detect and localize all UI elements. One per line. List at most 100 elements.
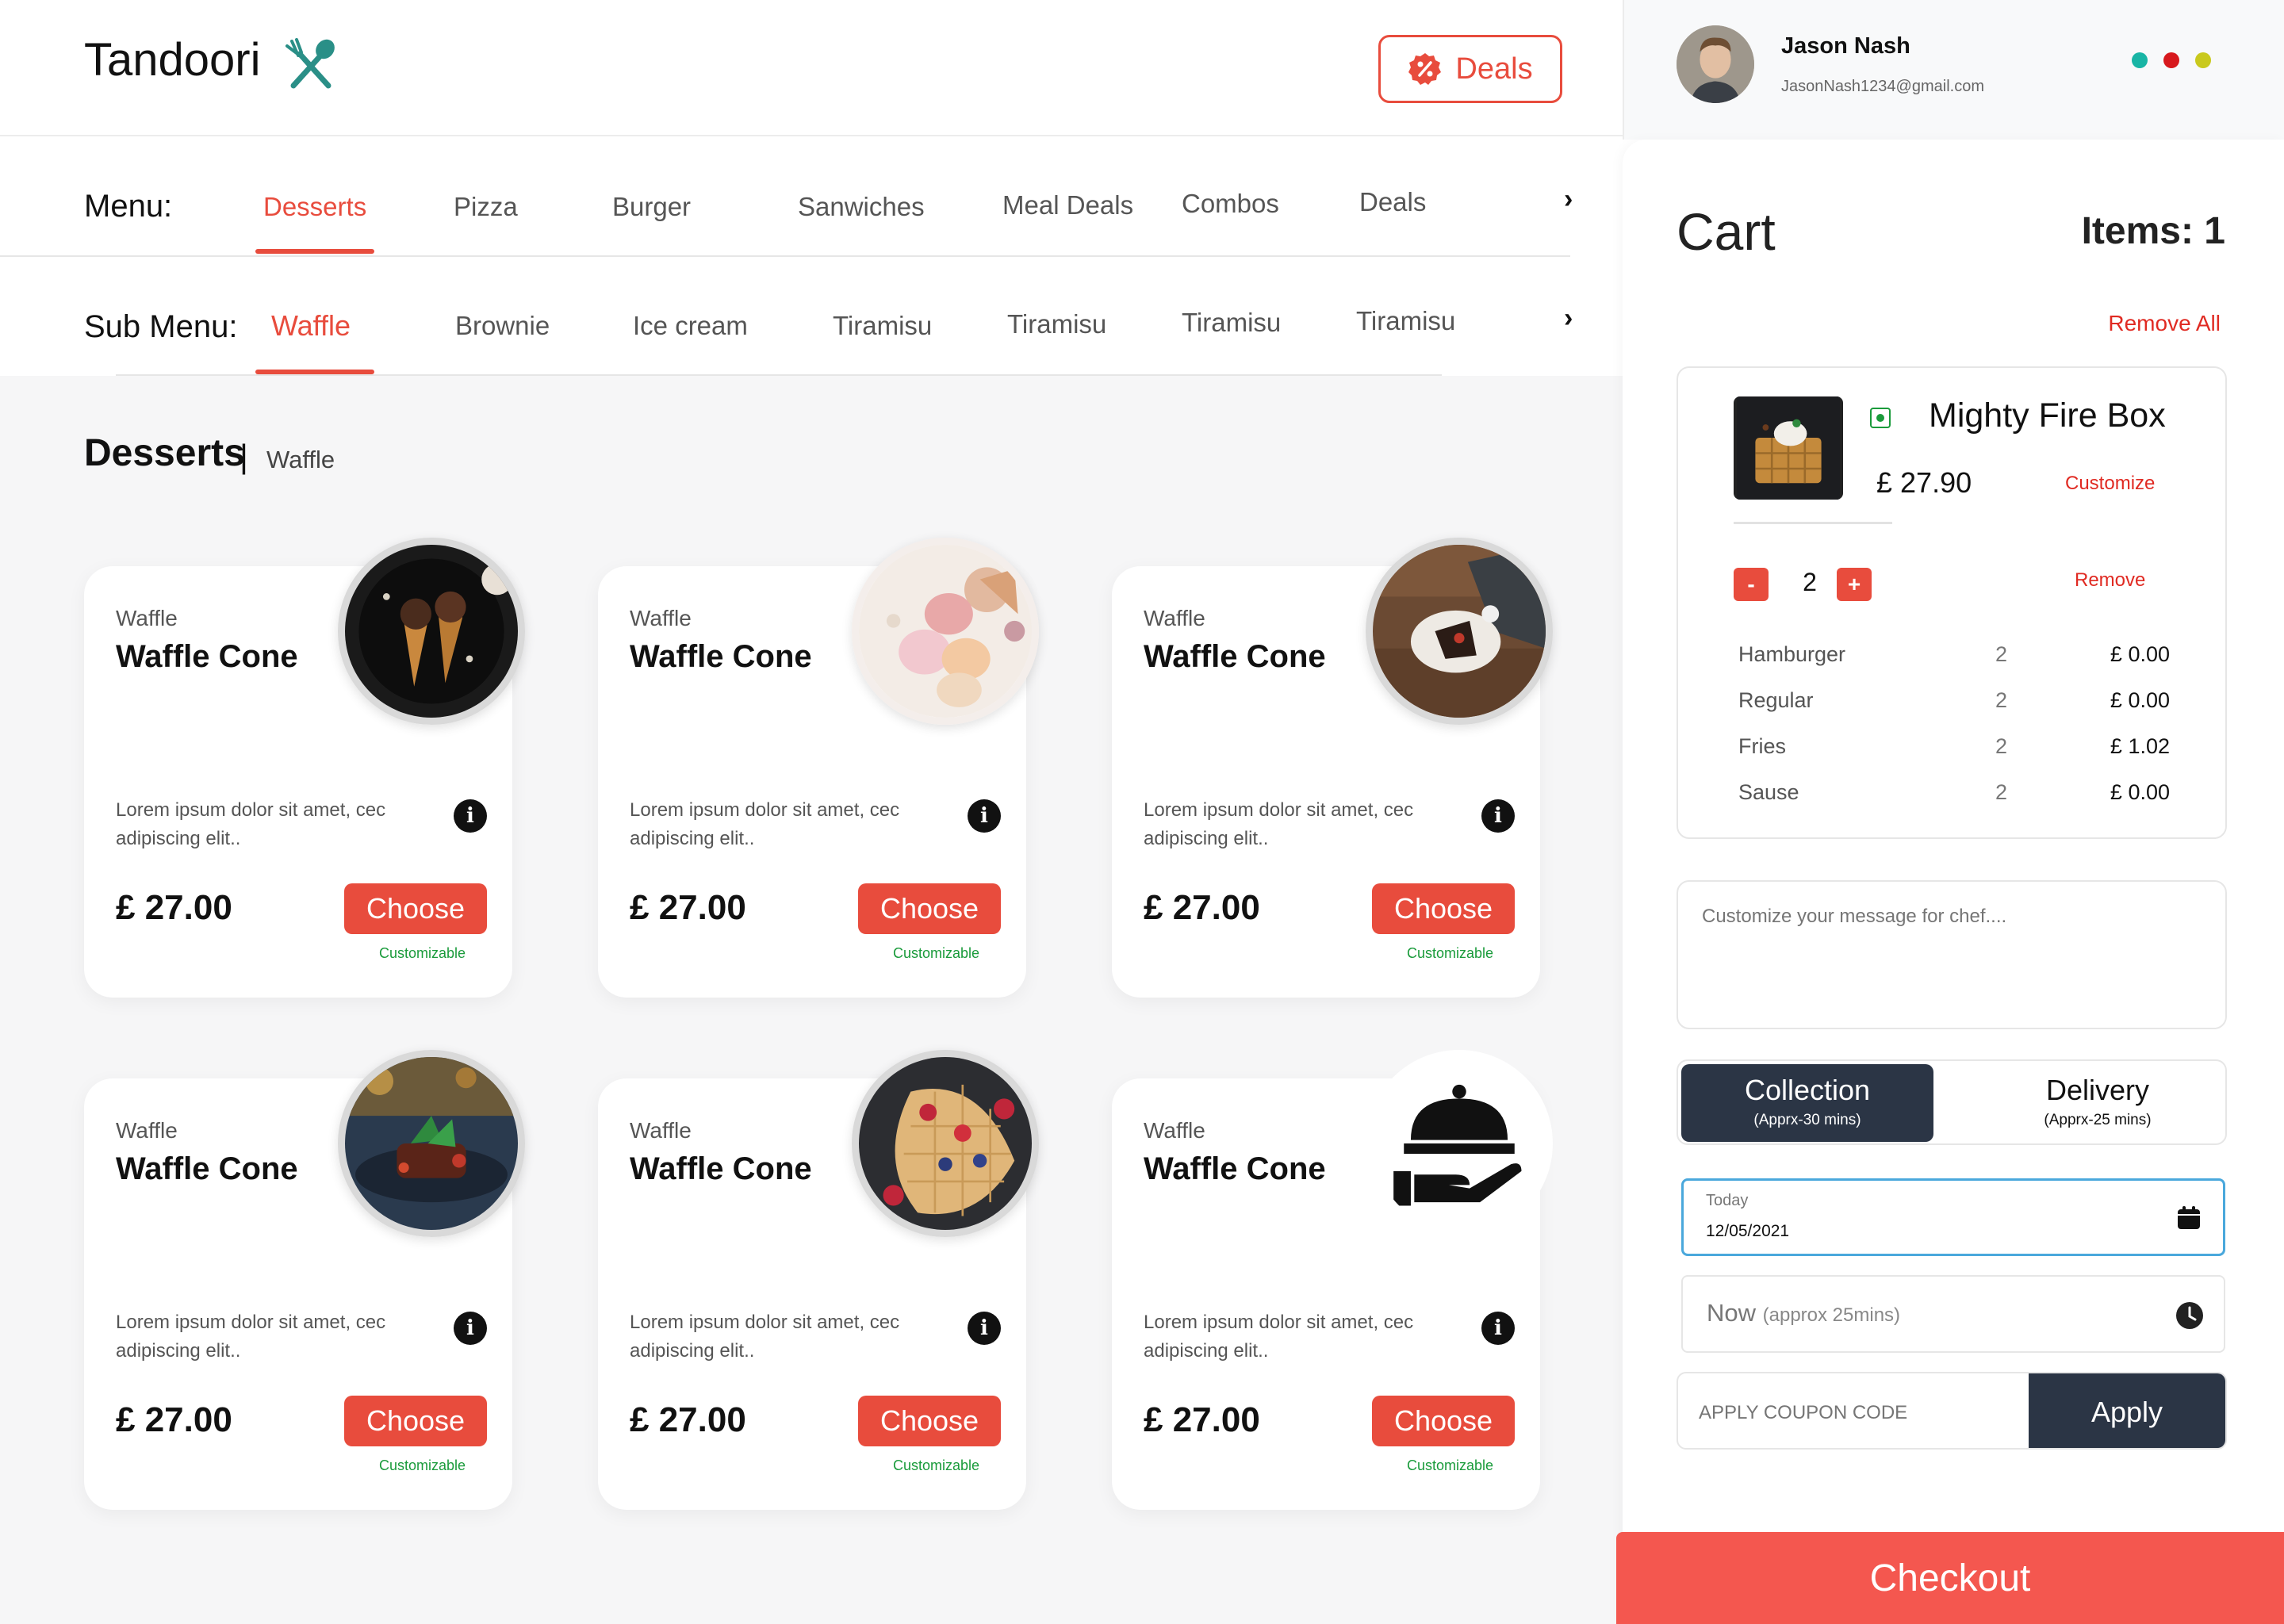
fork-spoon-icon: [286, 38, 335, 89]
checkout-button[interactable]: Checkout: [1616, 1532, 2284, 1624]
menu-tab-meal-deals[interactable]: Meal Deals: [1002, 190, 1133, 220]
collection-title: Collection: [1744, 1074, 1871, 1106]
product-price: £ 27.00: [116, 1400, 232, 1439]
addon-qty: 2: [1995, 642, 2008, 666]
menu-tab-combos[interactable]: Combos: [1182, 189, 1279, 219]
addon-row: Sause 2 £ 0.00: [1738, 780, 2182, 812]
time-value: Now (approx 25mins): [1707, 1299, 1900, 1327]
clock-icon[interactable]: [2175, 1300, 2205, 1331]
cart-sidebar: Jason Nash JasonNash1234@gmail.com Cart …: [1616, 0, 2284, 1624]
info-icon[interactable]: i: [1481, 799, 1515, 833]
calendar-icon[interactable]: [2175, 1205, 2202, 1231]
date-value: 12/05/2021: [1706, 1222, 1790, 1240]
chef-message-input[interactable]: [1677, 880, 2227, 1029]
addon-price: £ 0.00: [2110, 688, 2170, 712]
addon-name: Fries: [1738, 734, 1786, 758]
submenu-tab-tiramisu[interactable]: Tiramisu: [1356, 306, 1455, 336]
delivery-time: (Apprx-25 mins): [2044, 1112, 2152, 1128]
item-divider: [1734, 522, 1892, 524]
product-description: Lorem ipsum dolor sit amet, cec adipisci…: [116, 799, 386, 849]
window-dot-red[interactable]: [2163, 52, 2179, 68]
choose-button[interactable]: Choose: [858, 883, 1001, 934]
choose-button[interactable]: Choose: [344, 1396, 487, 1446]
menu-tab-deals[interactable]: Deals: [1359, 187, 1426, 217]
menu-row: Menu: Desserts Pizza Burger Sanwiches Me…: [0, 136, 1573, 257]
product-card[interactable]: Waffle Waffle Cone Lorem ipsum dolor sit…: [598, 1050, 1039, 1510]
menu-tab-sanwiches[interactable]: Sanwiches: [798, 192, 925, 222]
deals-label: Deals: [1455, 52, 1533, 86]
choose-button[interactable]: Choose: [858, 1396, 1001, 1446]
cart-item-price: £ 27.90: [1876, 466, 1972, 499]
discount-badge-icon: [1408, 53, 1442, 85]
cart-item: Mighty Fire Box £ 27.90 Customize - 2 + …: [1677, 366, 2227, 839]
collection-time: (Apprx-30 mins): [1753, 1112, 1861, 1128]
product-price: £ 27.00: [1144, 888, 1260, 927]
choose-button[interactable]: Choose: [1372, 1396, 1515, 1446]
menu-tab-burger[interactable]: Burger: [612, 192, 691, 222]
product-card[interactable]: Waffle Waffle Cone Lorem ipsum dolor sit…: [84, 1050, 525, 1510]
product-card[interactable]: Waffle Waffle Cone Lorem ipsum dolor sit…: [1112, 538, 1553, 998]
product-price: £ 27.00: [116, 888, 232, 927]
product-name: Waffle Cone: [630, 1151, 812, 1186]
coupon-box: Apply: [1677, 1372, 2227, 1450]
delivery-option[interactable]: Delivery (Apprx-25 mins): [1972, 1064, 2224, 1142]
submenu-tab-tiramisu[interactable]: Tiramisu: [833, 311, 932, 341]
date-field[interactable]: Today 12/05/2021: [1681, 1178, 2225, 1256]
customize-link[interactable]: Customize: [2065, 473, 2155, 495]
addon-qty: 2: [1995, 688, 2008, 712]
section-title: Desserts: [84, 432, 245, 474]
info-icon[interactable]: i: [968, 1312, 1001, 1345]
avatar[interactable]: [1677, 25, 1754, 103]
brand-name[interactable]: Tandoori: [84, 33, 260, 86]
apply-coupon-button[interactable]: Apply: [2029, 1373, 2225, 1448]
addon-name: Sause: [1738, 780, 1799, 804]
choose-button[interactable]: Choose: [1372, 883, 1515, 934]
product-description: Lorem ipsum dolor sit amet, cec adipisci…: [630, 1312, 900, 1362]
collection-option[interactable]: Collection (Apprx-30 mins): [1681, 1064, 1933, 1142]
product-category: Waffle: [1144, 1118, 1205, 1143]
submenu-next-chevron-icon[interactable]: ›: [1564, 303, 1573, 334]
cart-item-name: Mighty Fire Box: [1929, 396, 2166, 435]
product-card[interactable]: Waffle Waffle Cone Lorem ipsum dolor sit…: [1112, 1050, 1553, 1510]
choose-button[interactable]: Choose: [344, 883, 487, 934]
addon-price: £ 0.00: [2110, 642, 2170, 666]
product-category: Waffle: [630, 1118, 692, 1143]
deals-button[interactable]: Deals: [1378, 35, 1562, 103]
addon-row: Hamburger 2 £ 0.00: [1738, 642, 2182, 674]
cart-title: Cart: [1677, 202, 1776, 261]
info-icon[interactable]: i: [454, 799, 487, 833]
submenu-tab-waffle[interactable]: Waffle: [271, 309, 351, 343]
info-icon[interactable]: i: [968, 799, 1001, 833]
window-dot-yellow[interactable]: [2195, 52, 2211, 68]
product-description: Lorem ipsum dolor sit amet, cec adipisci…: [116, 1312, 386, 1362]
cart-panel: Cart Items: 1 Remove All Mighty Fire Box…: [1616, 140, 2284, 1624]
product-card[interactable]: Waffle Waffle Cone Lorem ipsum dolor sit…: [598, 538, 1039, 998]
remove-all-link[interactable]: Remove All: [2108, 311, 2221, 336]
addon-price: £ 1.02: [2110, 734, 2170, 758]
info-icon[interactable]: i: [454, 1312, 487, 1345]
user-name: Jason Nash: [1781, 33, 1910, 59]
submenu-tab-tiramisu[interactable]: Tiramisu: [1182, 308, 1281, 338]
menu-tab-desserts[interactable]: Desserts: [263, 192, 366, 222]
header: Tandoori Deals: [0, 0, 1623, 136]
product-category: Waffle: [630, 606, 692, 630]
delivery-title: Delivery: [2045, 1074, 2150, 1106]
submenu-tab-tiramisu[interactable]: Tiramisu: [1007, 309, 1106, 339]
increase-quantity-button[interactable]: +: [1837, 568, 1872, 601]
menu-tab-pizza[interactable]: Pizza: [454, 192, 518, 222]
product-name: Waffle Cone: [1144, 639, 1326, 674]
decrease-quantity-button[interactable]: -: [1734, 568, 1769, 601]
submenu-tab-brownie[interactable]: Brownie: [455, 311, 550, 341]
addon-name: Regular: [1738, 688, 1814, 712]
time-field[interactable]: Now (approx 25mins): [1681, 1275, 2225, 1353]
product-name: Waffle Cone: [1144, 1151, 1326, 1186]
menu-next-chevron-icon[interactable]: ›: [1564, 184, 1573, 215]
addon-row: Fries 2 £ 1.02: [1738, 734, 2182, 766]
remove-item-link[interactable]: Remove: [2075, 569, 2145, 592]
product-card[interactable]: Waffle Waffle Cone Lorem ipsum dolor sit…: [84, 538, 525, 998]
submenu-tab-ice-cream[interactable]: Ice cream: [633, 311, 748, 341]
quantity-value: 2: [1803, 568, 1817, 596]
window-dot-teal[interactable]: [2132, 52, 2148, 68]
coupon-input[interactable]: [1699, 1402, 2016, 1424]
info-icon[interactable]: i: [1481, 1312, 1515, 1345]
